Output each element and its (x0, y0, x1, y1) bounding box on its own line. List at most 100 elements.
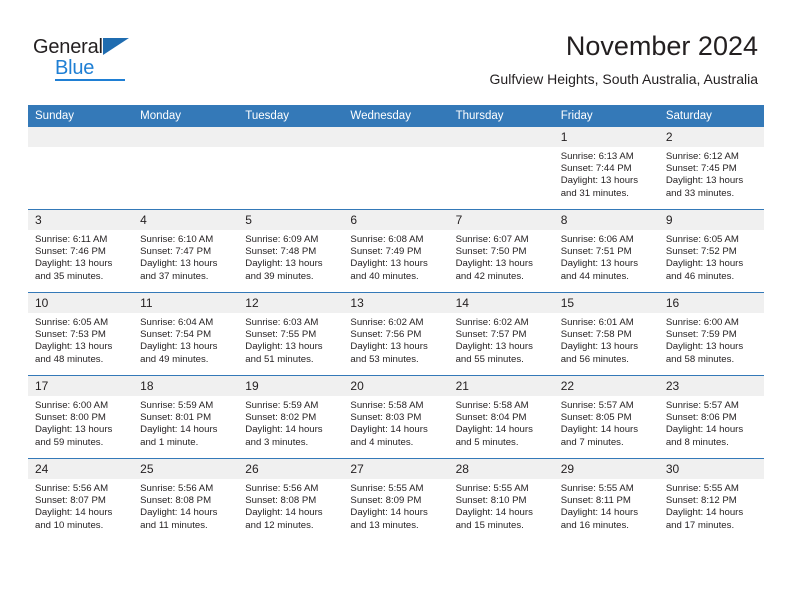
sunrise-text: Sunrise: 6:10 AM (140, 234, 214, 245)
day-number: 25 (133, 459, 239, 479)
sunset-text: Sunset: 7:44 PM (560, 163, 632, 175)
day-details: Sunrise: 6:05 AM Sunset: 7:53 PM Daylight:… (28, 313, 133, 366)
calendar-day-cell[interactable]: 10 Sunrise: 6:05 AM Sunset: 7:53 PM Dayligh… (28, 292, 134, 376)
daylight-text: Daylight: 13 hours and 37 minutes. (140, 258, 218, 282)
sunset-text: Sunset: 8:08 PM (140, 495, 212, 507)
sunrise-text: Sunrise: 5:55 AM (665, 483, 739, 494)
daylight-text: Daylight: 14 hours and 12 minutes. (245, 507, 323, 531)
day-details: Sunrise: 6:02 AM Sunset: 7:56 PM Daylight:… (343, 313, 448, 366)
calendar-day-cell[interactable]: 27 Sunrise: 5:55 AM Sunset: 8:09 PM Dayligh… (343, 458, 449, 541)
sunrise-text: Sunrise: 5:56 AM (35, 483, 109, 494)
calendar-day-cell[interactable]: 3 Sunrise: 6:11 AM Sunset: 7:46 PM Daylight… (28, 209, 134, 293)
day-details: Sunrise: 6:05 AM Sunset: 7:52 PM Daylight:… (659, 230, 764, 283)
sunrise-text: Sunrise: 5:59 AM (140, 400, 214, 411)
sunrise-text: Sunrise: 5:56 AM (140, 483, 214, 494)
day-number: 9 (658, 210, 764, 230)
daylight-text: Daylight: 14 hours and 15 minutes. (455, 507, 533, 531)
day-number: 12 (238, 293, 344, 313)
day-number: 8 (553, 210, 659, 230)
day-number (343, 127, 449, 147)
day-number (28, 127, 134, 147)
sunrise-text: Sunrise: 5:55 AM (560, 483, 634, 494)
day-details: Sunrise: 6:01 AM Sunset: 7:58 PM Daylight:… (554, 313, 659, 366)
calendar-day-cell[interactable]: 12 Sunrise: 6:03 AM Sunset: 7:55 PM Dayligh… (238, 292, 344, 376)
sunrise-text: Sunrise: 6:01 AM (560, 317, 634, 328)
calendar-week-row: 1 Sunrise: 6:13 AM Sunset: 7:44 PM Daylight… (28, 127, 764, 210)
day-number: 15 (553, 293, 659, 313)
calendar-day-cell-empty (238, 127, 344, 210)
calendar-day-cell[interactable]: 11 Sunrise: 6:04 AM Sunset: 7:54 PM Dayligh… (133, 292, 239, 376)
calendar-day-cell[interactable]: 24 Sunrise: 5:56 AM Sunset: 8:07 PM Dayligh… (28, 458, 134, 541)
day-details: Sunrise: 6:12 AM Sunset: 7:45 PM Daylight:… (659, 147, 764, 200)
sunrise-text: Sunrise: 6:12 AM (665, 151, 739, 162)
calendar-day-cell[interactable]: 25 Sunrise: 5:56 AM Sunset: 8:08 PM Dayligh… (133, 458, 239, 541)
day-details: Sunrise: 6:11 AM Sunset: 7:46 PM Daylight:… (28, 230, 133, 283)
calendar-day-cell[interactable]: 20 Sunrise: 5:58 AM Sunset: 8:03 PM Dayligh… (343, 375, 449, 459)
calendar-day-cell[interactable]: 9 Sunrise: 6:05 AM Sunset: 7:52 PM Daylight… (658, 209, 764, 293)
sunset-text: Sunset: 7:51 PM (560, 246, 632, 258)
calendar-day-cell[interactable]: 23 Sunrise: 5:57 AM Sunset: 8:06 PM Dayligh… (658, 375, 764, 459)
sunrise-text: Sunrise: 5:55 AM (350, 483, 424, 494)
day-details: Sunrise: 6:10 AM Sunset: 7:47 PM Daylight:… (133, 230, 238, 283)
calendar-day-cell[interactable]: 28 Sunrise: 5:55 AM Sunset: 8:10 PM Dayligh… (448, 458, 554, 541)
daylight-text: Daylight: 13 hours and 58 minutes. (665, 341, 744, 365)
sunset-text: Sunset: 8:06 PM (665, 412, 737, 424)
day-details: Sunrise: 6:09 AM Sunset: 7:48 PM Daylight:… (238, 230, 343, 283)
sunrise-text: Sunrise: 6:00 AM (665, 317, 739, 328)
calendar-day-cell-empty (133, 127, 239, 210)
calendar-day-cell[interactable]: 22 Sunrise: 5:57 AM Sunset: 8:05 PM Dayligh… (553, 375, 659, 459)
day-number: 3 (28, 210, 134, 230)
calendar-day-cell[interactable]: 8 Sunrise: 6:06 AM Sunset: 7:51 PM Daylight… (553, 209, 659, 293)
calendar-header-row: Sunday Monday Tuesday Wednesday Thursday… (28, 105, 764, 127)
sunset-text: Sunset: 7:45 PM (665, 163, 737, 175)
sunrise-text: Sunrise: 6:13 AM (560, 151, 634, 162)
calendar-day-cell[interactable]: 29 Sunrise: 5:55 AM Sunset: 8:11 PM Dayligh… (553, 458, 659, 541)
day-details: Sunrise: 5:57 AM Sunset: 8:05 PM Daylight:… (554, 396, 659, 449)
calendar-day-cell[interactable]: 13 Sunrise: 6:02 AM Sunset: 7:56 PM Dayligh… (343, 292, 449, 376)
page-title: November 2024 (565, 31, 758, 61)
daylight-text: Daylight: 14 hours and 5 minutes. (455, 424, 533, 448)
calendar-day-cell[interactable]: 26 Sunrise: 5:56 AM Sunset: 8:08 PM Dayligh… (238, 458, 344, 541)
calendar-page: General Blue November 2024 Gulfview Heig… (0, 0, 792, 612)
calendar-day-cell[interactable]: 2 Sunrise: 6:12 AM Sunset: 7:45 PM Daylight… (658, 127, 764, 210)
weekday-header-sunday: Sunday (28, 105, 134, 127)
sunset-text: Sunset: 7:53 PM (35, 329, 106, 341)
sunrise-text: Sunrise: 6:05 AM (665, 234, 739, 245)
sunrise-text: Sunrise: 5:55 AM (455, 483, 529, 494)
calendar-day-cell[interactable]: 4 Sunrise: 6:10 AM Sunset: 7:47 PM Daylight… (133, 209, 239, 293)
day-number: 16 (658, 293, 764, 313)
calendar-day-cell[interactable]: 6 Sunrise: 6:08 AM Sunset: 7:49 PM Daylight… (343, 209, 449, 293)
daylight-text: Daylight: 13 hours and 35 minutes. (35, 258, 113, 282)
sunset-text: Sunset: 8:10 PM (455, 495, 527, 507)
calendar-day-cell[interactable]: 30 Sunrise: 5:55 AM Sunset: 8:12 PM Dayligh… (658, 458, 764, 541)
day-details: Sunrise: 6:03 AM Sunset: 7:55 PM Daylight:… (238, 313, 343, 366)
sunrise-text: Sunrise: 6:06 AM (560, 234, 634, 245)
sunset-text: Sunset: 7:58 PM (560, 329, 632, 341)
calendar-day-cell[interactable]: 1 Sunrise: 6:13 AM Sunset: 7:44 PM Daylight… (553, 127, 659, 210)
calendar-day-cell[interactable]: 18 Sunrise: 5:59 AM Sunset: 8:01 PM Dayligh… (133, 375, 239, 459)
day-details: Sunrise: 6:08 AM Sunset: 7:49 PM Daylight:… (343, 230, 448, 283)
sunrise-text: Sunrise: 5:59 AM (245, 400, 319, 411)
sunrise-text: Sunrise: 6:02 AM (455, 317, 529, 328)
daylight-text: Daylight: 13 hours and 31 minutes. (560, 175, 639, 199)
day-number: 2 (658, 127, 764, 147)
calendar-day-cell[interactable]: 5 Sunrise: 6:09 AM Sunset: 7:48 PM Daylight… (238, 209, 344, 293)
day-number: 30 (658, 459, 764, 479)
calendar-day-cell[interactable]: 16 Sunrise: 6:00 AM Sunset: 7:59 PM Dayligh… (658, 292, 764, 376)
general-blue-logo: General Blue (33, 36, 153, 82)
day-details: Sunrise: 5:55 AM Sunset: 8:09 PM Daylight:… (343, 479, 448, 532)
sunset-text: Sunset: 7:59 PM (665, 329, 737, 341)
calendar-day-cell[interactable]: 14 Sunrise: 6:02 AM Sunset: 7:57 PM Dayligh… (448, 292, 554, 376)
calendar-day-cell[interactable]: 21 Sunrise: 5:58 AM Sunset: 8:04 PM Dayligh… (448, 375, 554, 459)
sunset-text: Sunset: 8:01 PM (140, 412, 212, 424)
day-details: Sunrise: 6:13 AM Sunset: 7:44 PM Daylight:… (554, 147, 659, 200)
sunset-text: Sunset: 7:46 PM (35, 246, 106, 258)
calendar-day-cell[interactable]: 19 Sunrise: 5:59 AM Sunset: 8:02 PM Dayligh… (238, 375, 344, 459)
calendar-day-cell[interactable]: 15 Sunrise: 6:01 AM Sunset: 7:58 PM Dayligh… (553, 292, 659, 376)
calendar-day-cell[interactable]: 17 Sunrise: 6:00 AM Sunset: 8:00 PM Dayligh… (28, 375, 134, 459)
day-details: Sunrise: 6:00 AM Sunset: 7:59 PM Daylight:… (659, 313, 764, 366)
calendar-week-row: 3 Sunrise: 6:11 AM Sunset: 7:46 PM Daylight… (28, 209, 764, 293)
calendar-day-cell[interactable]: 7 Sunrise: 6:07 AM Sunset: 7:50 PM Daylight… (448, 209, 554, 293)
day-details: Sunrise: 6:02 AM Sunset: 7:57 PM Daylight:… (449, 313, 554, 366)
day-number (448, 127, 554, 147)
